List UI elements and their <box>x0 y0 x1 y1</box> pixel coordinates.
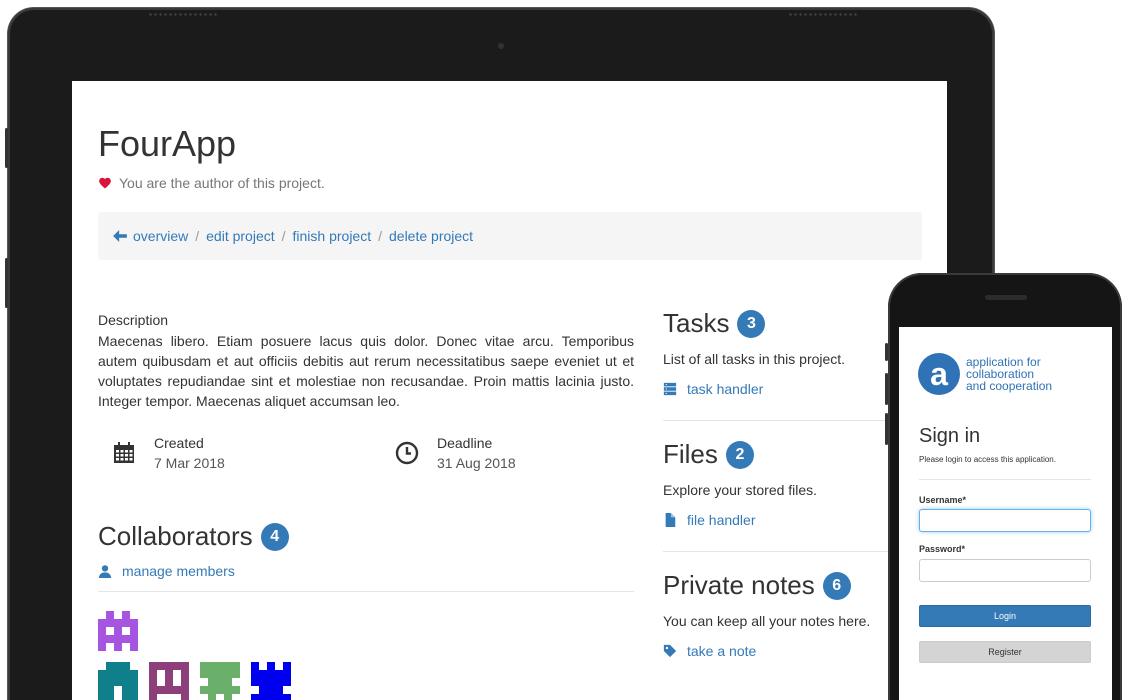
notes-description: You can keep all your notes here. <box>663 613 871 629</box>
task-handler-row: task handler <box>663 381 763 397</box>
task-handler-link[interactable]: task handler <box>687 381 763 397</box>
file-handler-link[interactable]: file handler <box>687 512 756 528</box>
tablet-screen: FourApp You are the author of this proje… <box>72 81 947 700</box>
finish-project-link[interactable]: finish project <box>293 228 372 244</box>
take-note-row: take a note <box>663 643 756 659</box>
file-icon <box>665 513 676 527</box>
arrow-left-icon[interactable] <box>113 230 127 242</box>
side-button <box>885 343 888 361</box>
description-label: Description <box>98 312 169 328</box>
collaborator-avatar[interactable] <box>98 662 138 700</box>
divider <box>663 551 923 552</box>
divider <box>919 479 1091 480</box>
collaborators-title: Collaborators <box>98 521 253 551</box>
collaborators-heading: Collaborators 4 <box>98 521 289 552</box>
collaborator-avatar[interactable] <box>251 662 291 700</box>
tasks-title: Tasks <box>663 308 730 338</box>
tasks-heading: Tasks 3 <box>663 308 766 339</box>
side-button <box>5 258 8 308</box>
tablet-device: FourApp You are the author of this proje… <box>5 8 994 700</box>
created-label: Created <box>154 435 204 451</box>
side-button <box>885 373 888 405</box>
side-button <box>885 413 888 445</box>
divider <box>663 420 923 421</box>
deadline-info: Deadline 31 Aug 2018 <box>395 433 516 473</box>
tasks-list-icon <box>663 382 677 396</box>
author-note: You are the author of this project. <box>98 175 325 191</box>
author-note-text: You are the author of this project. <box>119 175 325 191</box>
take-note-link[interactable]: take a note <box>687 643 756 659</box>
deadline-value: 31 Aug 2018 <box>437 455 516 471</box>
register-button[interactable]: Register <box>919 641 1091 663</box>
collaborator-avatar[interactable] <box>200 662 240 700</box>
speaker-grille <box>788 12 858 18</box>
notes-heading: Private notes 6 <box>663 570 851 601</box>
login-button[interactable]: Login <box>919 605 1091 627</box>
heart-icon <box>99 177 111 189</box>
camera-icon <box>498 43 504 49</box>
side-button <box>5 128 8 168</box>
user-icon <box>98 565 112 578</box>
breadcrumb-separator: / <box>378 228 382 244</box>
notes-count-badge: 6 <box>822 571 851 600</box>
phone-device: a application for collaboration and coop… <box>885 273 1122 700</box>
files-count-badge: 2 <box>725 440 754 469</box>
files-heading: Files 2 <box>663 439 754 470</box>
tasks-description: List of all tasks in this project. <box>663 351 846 367</box>
manage-members-row: manage members <box>98 563 235 579</box>
brand-tagline: application for collaboration and cooper… <box>966 356 1076 392</box>
created-info: Created 7 Mar 2018 <box>112 433 225 473</box>
collaborators-count-badge: 4 <box>260 522 289 551</box>
description-text: Maecenas libero. Etiam posuere lacus qui… <box>98 333 634 409</box>
deadline-label: Deadline <box>437 435 493 451</box>
password-input[interactable] <box>919 559 1091 582</box>
brand-logo: a <box>918 353 960 395</box>
calendar-icon <box>114 442 134 463</box>
brand-tagline-line: and cooperation <box>966 379 1053 393</box>
breadcrumb-separator: / <box>195 228 200 244</box>
signin-title: Sign in <box>919 425 981 447</box>
breadcrumb-overview-link[interactable]: overview <box>133 228 188 244</box>
delete-project-link[interactable]: delete project <box>389 228 473 244</box>
username-label: Username* <box>919 495 967 505</box>
divider <box>98 591 634 592</box>
collaborator-avatar[interactable] <box>98 611 138 651</box>
tasks-count-badge: 3 <box>737 309 766 338</box>
tag-icon <box>663 644 677 658</box>
password-label: Password* <box>919 544 966 554</box>
file-handler-row: file handler <box>663 512 756 528</box>
username-input[interactable] <box>919 509 1091 532</box>
signin-subtitle: Please login to access this application. <box>919 455 1056 464</box>
created-value: 7 Mar 2018 <box>154 455 225 471</box>
page-title: FourApp <box>98 123 237 164</box>
files-title: Files <box>663 439 718 469</box>
notes-title: Private notes <box>663 570 815 600</box>
speaker-grille <box>148 12 218 18</box>
brand-logo-block: a application for collaboration and coop… <box>918 353 1076 395</box>
phone-screen: a application for collaboration and coop… <box>899 327 1112 700</box>
files-description: Explore your stored files. <box>663 482 818 498</box>
collaborator-avatar[interactable] <box>149 662 189 700</box>
clock-icon <box>395 441 419 465</box>
phone-speaker <box>985 295 1027 300</box>
edit-project-link[interactable]: edit project <box>206 228 274 244</box>
breadcrumb-separator: / <box>281 228 286 244</box>
breadcrumb: overview / edit project / finish project… <box>98 212 922 260</box>
manage-members-link[interactable]: manage members <box>122 563 235 579</box>
